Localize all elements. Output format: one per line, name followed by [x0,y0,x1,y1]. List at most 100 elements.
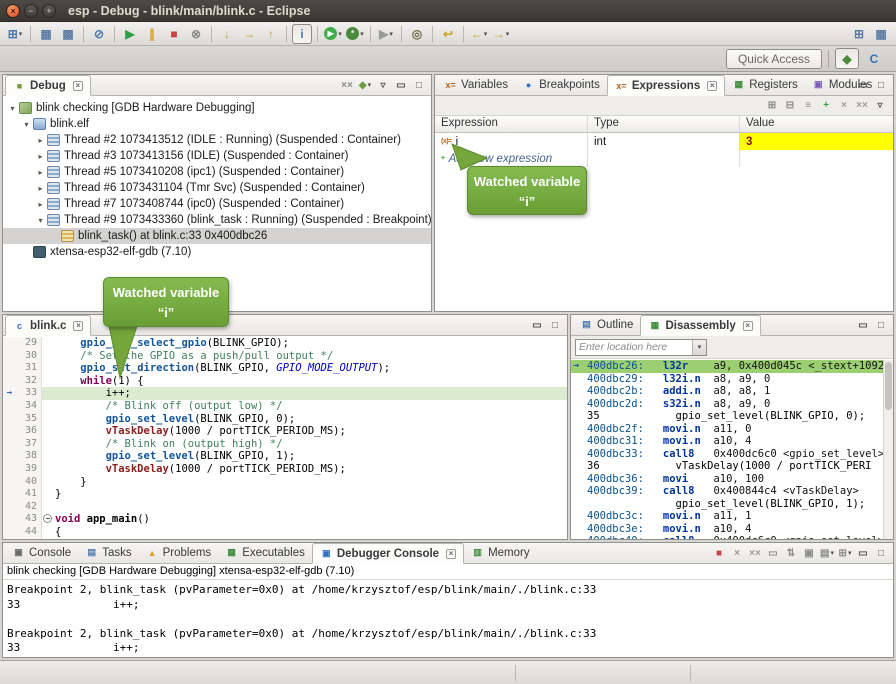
annotation-ruler[interactable] [3,350,16,363]
annotation-ruler[interactable] [3,501,16,514]
forward-button[interactable]: →▾ [491,24,511,44]
show-logical-structure-icon[interactable]: ⊟ [781,97,799,114]
annotation-ruler[interactable] [3,400,16,413]
close-icon[interactable]: × [73,321,83,331]
annotation-ruler[interactable] [3,375,16,388]
dropdown-arrow-icon[interactable]: ▾ [19,30,23,38]
suspend-button[interactable]: ∥ [142,24,162,44]
tab-expressions[interactable]: x=Expressions× [607,75,725,96]
annotation-ruler[interactable] [3,450,16,463]
minimize-icon[interactable]: ▭ [392,77,410,94]
column-type[interactable]: Type [588,116,740,132]
fold-minus-icon[interactable] [42,513,53,526]
maximize-icon[interactable]: □ [410,77,428,94]
code-text[interactable]: /* Blink on (output high) */ [53,438,567,451]
tab-problems[interactable]: ▲Problems [139,542,219,563]
debug-tree-item[interactable]: ▾Thread #9 1073433360 (blink_task : Runn… [3,212,431,228]
close-icon[interactable]: × [707,81,717,91]
tab-executables[interactable]: ▦Executables [218,542,312,563]
tab-console[interactable]: ▣Console [5,542,78,563]
debug-tree-item[interactable]: ▸Thread #6 1073431104 (Tmr Svc) (Suspend… [3,180,431,196]
location-combo[interactable]: Enter location here ▾ [575,339,707,356]
show-type-names-icon[interactable]: ⊞ [763,97,781,114]
debug-tree-item[interactable]: xtensa-esp32-elf-gdb (7.10) [3,244,431,260]
skip-all-breakpoints-button[interactable]: ⊘ [89,24,109,44]
annotation-ruler[interactable] [3,337,16,350]
add-expression-row[interactable]: +Add new expression [435,150,893,167]
save-button[interactable]: ▦ [36,24,56,44]
add-expression-icon[interactable]: + [817,97,835,114]
code-text[interactable]: void app_main() [53,513,567,526]
scroll-lock-icon[interactable]: ⇅ [782,545,800,562]
debug-tree-item[interactable]: ▸Thread #5 1073410208 (ipc1) (Suspended … [3,164,431,180]
annotation-ruler[interactable] [3,438,16,451]
tab-debugger-console[interactable]: ▣Debugger Console× [312,543,464,564]
fold-minus-icon[interactable] [43,514,52,523]
remove-expression-icon[interactable]: × [835,97,853,114]
scrollbar-thumb[interactable] [885,362,892,410]
tab-outline[interactable]: ▤Outline [573,314,640,335]
tab-blink-c[interactable]: cblink.c× [5,315,91,336]
step-into-button[interactable]: ↓ [217,24,237,44]
remove-all-launches-icon[interactable]: ×× [746,545,764,562]
save-all-button[interactable]: ▩ [58,24,78,44]
pin-console-icon[interactable]: ▣ [800,545,818,562]
type-cell[interactable]: int [588,133,740,150]
c-cpp-perspective-button[interactable]: C [862,48,886,69]
tab-tasks[interactable]: ▤Tasks [78,542,138,563]
dropdown-arrow-icon[interactable]: ▾ [389,30,393,38]
window-minimize-button[interactable]: − [24,4,38,18]
disassembly-listing[interactable]: →400dbc26: l32r a9, 0x400d045c <_stext+1… [571,360,883,539]
run-button[interactable]: ▶▾ [323,24,343,44]
code-text[interactable]: xTaskCreate(&blink_task, "blink_task", c… [53,539,567,540]
expander-icon[interactable]: ▸ [35,152,46,161]
view-menu-icon[interactable]: ▿ [374,77,392,94]
instruction-stepping-button[interactable]: i [292,24,312,44]
maximize-icon[interactable]: □ [546,317,564,334]
open-console-icon[interactable]: ⊞▾ [836,545,854,562]
annotation-ruler[interactable] [3,488,16,501]
launch-configuration-icon[interactable]: ◆▾ [356,77,374,94]
dropdown-arrow-icon[interactable]: ▾ [848,549,852,557]
clear-console-icon[interactable]: ▭ [764,545,782,562]
close-icon[interactable]: × [73,81,83,91]
tab-breakpoints[interactable]: ●Breakpoints [515,74,607,95]
back-button[interactable]: ←▾ [469,24,489,44]
dropdown-arrow-icon[interactable]: ▾ [360,30,364,38]
display-selected-console-icon[interactable]: ▤▾ [818,545,836,562]
code-text[interactable]: { [53,526,567,539]
tab-registers[interactable]: ▦Registers [725,74,805,95]
maximize-icon[interactable]: □ [872,317,890,334]
code-text[interactable]: } [53,476,567,489]
annotation-ruler[interactable] [3,513,16,526]
remove-all-expressions-icon[interactable]: ×× [853,97,871,114]
dropdown-arrow-icon[interactable]: ▾ [830,549,834,557]
expression-row[interactable]: (x)=iint3 [435,133,893,150]
expander-icon[interactable]: ▾ [35,216,46,225]
view-menu-icon[interactable]: ▿ [871,97,889,114]
dropdown-arrow-icon[interactable]: ▾ [368,81,372,89]
debug-tree-item[interactable]: ▸Thread #7 1073408744 (ipc0) (Suspended … [3,196,431,212]
terminate-button[interactable]: ■ [164,24,184,44]
debug-tree-item[interactable]: ▸Thread #2 1073413512 (IDLE : Running) (… [3,132,431,148]
close-icon[interactable]: × [446,549,456,559]
minimize-icon[interactable]: ▭ [854,545,872,562]
value-cell[interactable] [740,150,893,167]
minimize-icon[interactable]: ▭ [854,317,872,334]
dropdown-arrow-icon[interactable]: ▾ [484,30,488,38]
annotation-ruler[interactable] [3,526,16,539]
editor-layout-button[interactable]: ▦ [871,24,891,44]
code-text[interactable]: /* Blink off (output low) */ [53,400,567,413]
debug-button[interactable]: *▾ [345,24,365,44]
expander-icon[interactable]: ▸ [35,136,46,145]
debug-tree-item[interactable]: ▾blink.elf [3,116,431,132]
maximize-icon[interactable]: □ [872,545,890,562]
maximize-icon[interactable]: □ [872,77,890,94]
minimize-icon[interactable]: ▭ [528,317,546,334]
debug-perspective-button[interactable]: ◆ [835,48,859,69]
close-icon[interactable]: × [743,321,753,331]
annotation-ruler[interactable] [3,476,16,489]
code-text[interactable]: i++; [53,387,567,400]
annotation-ruler[interactable] [3,539,16,540]
tab-variables[interactable]: x=Variables [437,74,515,95]
